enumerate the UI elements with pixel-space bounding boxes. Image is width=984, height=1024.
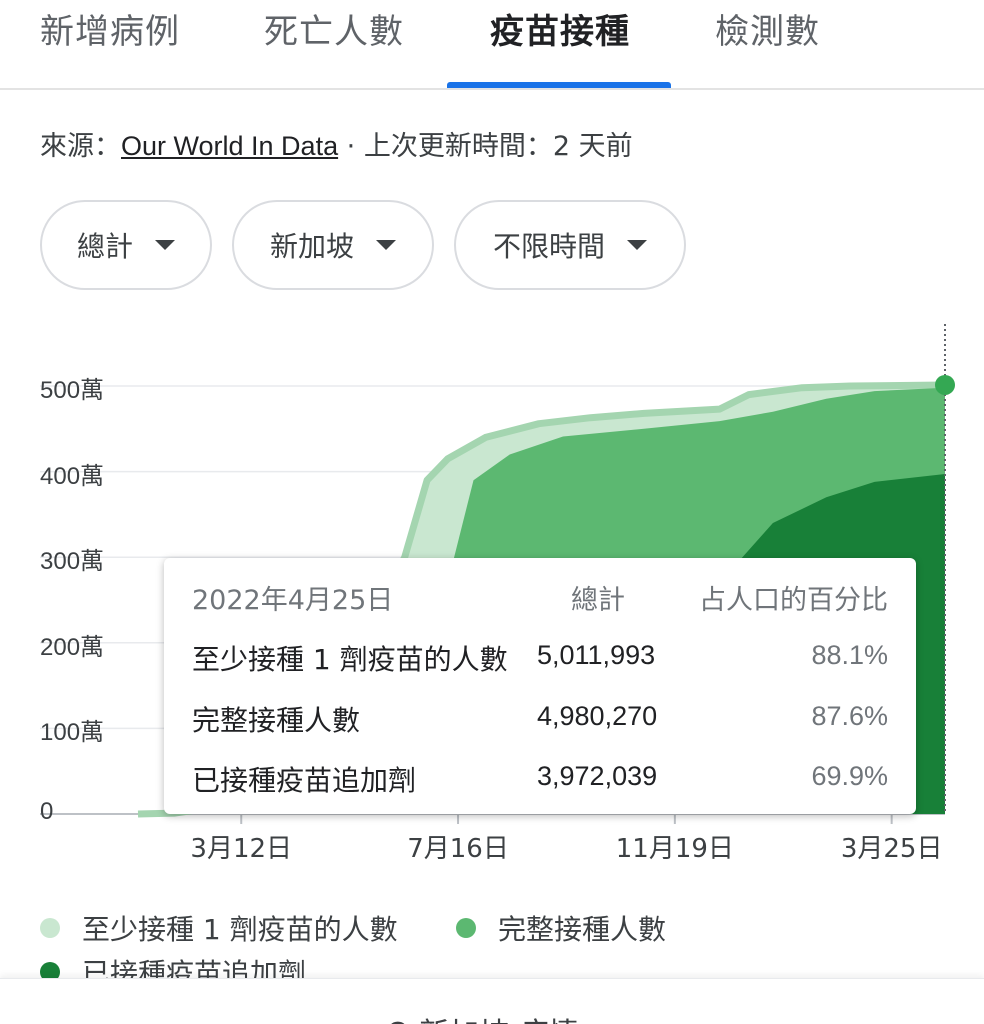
tooltip-row-value: 4,980,270 <box>537 701 658 731</box>
legend-swatch <box>40 918 60 938</box>
tooltip-row-value: 3,972,039 <box>537 761 658 791</box>
caret-down-icon <box>376 240 396 250</box>
legend-swatch <box>456 918 476 938</box>
x-tick-label: 3月12日 <box>190 834 293 864</box>
y-tick-label: 200萬 <box>40 633 105 661</box>
legend-label: 完整接種人數 <box>498 913 667 946</box>
tooltip-col-percent: 占人口的百分比 <box>699 585 888 616</box>
tooltip-col-total: 總計 <box>571 585 625 616</box>
region-dropdown-label: 新加坡 <box>269 230 354 263</box>
x-tick-label: 7月16日 <box>407 834 509 864</box>
legend-item-first-dose[interactable]: 至少接種 1 劑疫苗的人數 <box>40 908 398 948</box>
region-dropdown[interactable]: 新加坡 <box>232 200 434 290</box>
tooltip-row-percent: 88.1% <box>811 640 888 670</box>
metric-dropdown[interactable]: 總計 <box>40 200 212 290</box>
active-tab-indicator <box>447 82 671 88</box>
hover-point <box>935 374 955 395</box>
tooltip-row-name: 至少接種 1 劑疫苗的人數 <box>192 643 508 676</box>
bottom-search-label: Q 新加坡 疫情 <box>386 1009 579 1024</box>
tooltip-row-percent: 69.9% <box>811 761 888 791</box>
y-tick-label: 0 <box>40 798 54 825</box>
legend-item-fully-vaccinated[interactable]: 完整接種人數 <box>456 908 666 948</box>
x-tick-label: 11月19日 <box>615 834 734 864</box>
update-time: · 上次更新時間：2 天前 <box>338 131 633 162</box>
tab-vaccinations[interactable]: 疫苗接種 <box>490 4 630 53</box>
legend-label: 至少接種 1 劑疫苗的人數 <box>82 913 398 946</box>
caret-down-icon <box>627 240 647 250</box>
y-tick-label: 400萬 <box>40 462 105 490</box>
caret-down-icon <box>155 240 175 250</box>
source-link[interactable]: Our World In Data <box>121 131 338 161</box>
metric-tabs: 新增病例 死亡人數 疫苗接種 檢測數 <box>0 0 984 90</box>
y-tick-label: 500萬 <box>40 377 105 404</box>
metric-dropdown-label: 總計 <box>76 230 133 263</box>
time-range-dropdown-label: 不限時間 <box>492 230 605 263</box>
time-range-dropdown[interactable]: 不限時間 <box>454 200 686 290</box>
tab-new-cases[interactable]: 新增病例 <box>40 4 180 53</box>
source-line: 來源：Our World In Data · 上次更新時間：2 天前 <box>40 124 633 163</box>
y-tick-label: 300萬 <box>40 548 105 576</box>
tooltip-row-value: 5,011,993 <box>537 640 656 670</box>
tab-deaths[interactable]: 死亡人數 <box>264 4 404 53</box>
tooltip-row-name: 完整接種人數 <box>192 704 361 737</box>
tooltip-row-percent: 87.6% <box>811 701 888 731</box>
y-tick-label: 100萬 <box>40 719 105 747</box>
source-prefix: 來源： <box>40 131 121 162</box>
x-tick-label: 3月25日 <box>840 834 943 864</box>
chart-tooltip: 2022年4月25日 總計 占人口的百分比 至少接種 1 劑疫苗的人數 5,01… <box>164 558 916 814</box>
tooltip-date: 2022年4月25日 <box>192 585 394 616</box>
tab-tests[interactable]: 檢測數 <box>715 4 820 53</box>
tooltip-row-name: 已接種疫苗追加劑 <box>192 764 417 797</box>
bottom-search-bar[interactable]: Q 新加坡 疫情 <box>0 978 984 1024</box>
